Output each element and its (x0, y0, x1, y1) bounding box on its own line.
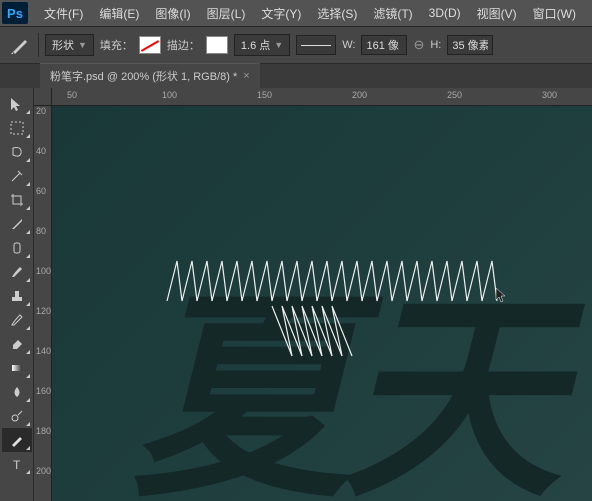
history-brush-tool[interactable] (2, 308, 32, 332)
eyedropper-tool[interactable] (2, 212, 32, 236)
link-icon[interactable]: ⊖ (413, 37, 424, 53)
menu-edit[interactable]: 编辑(E) (91, 1, 147, 26)
ruler-tick: 50 (67, 90, 77, 100)
menu-image[interactable]: 图像(I) (147, 1, 198, 26)
app-logo: Ps (2, 2, 28, 24)
chevron-down-icon: ▼ (78, 40, 87, 50)
stroke-style-dropdown[interactable] (296, 35, 336, 55)
width-label: W: (342, 39, 355, 51)
canvas[interactable]: 夏天 (52, 106, 592, 501)
svg-text:T: T (13, 458, 21, 471)
move-tool[interactable] (2, 92, 32, 116)
separator (38, 33, 39, 57)
ruler-tick: 200 (36, 466, 51, 476)
menu-view[interactable]: 视图(V) (469, 1, 525, 26)
stroke-label: 描边： (167, 37, 200, 53)
eraser-tool[interactable] (2, 332, 32, 356)
ruler-tick: 140 (36, 346, 51, 356)
menu-file[interactable]: 文件(F) (36, 1, 91, 26)
tab-close-button[interactable]: × (243, 70, 249, 82)
menu-type[interactable]: 文字(Y) (253, 1, 309, 26)
width-input[interactable] (361, 35, 407, 55)
canvas-area: 50 100 150 200 250 300 20 40 60 80 100 120 140 160 18… (34, 88, 592, 501)
ruler-tick: 300 (542, 90, 557, 100)
menu-select[interactable]: 选择(S) (309, 1, 365, 26)
workspace: T 50 100 150 200 250 300 20 40 60 80 100 120 140 160… (0, 88, 592, 501)
stroke-width-input[interactable]: 1.6 点 ▼ (234, 34, 290, 56)
marquee-tool[interactable] (2, 116, 32, 140)
document-tab-bar: 粉笔字.psd @ 200% (形状 1, RGB/8) * × (0, 64, 592, 88)
menu-filter[interactable]: 滤镜(T) (365, 1, 420, 26)
ruler-tick: 40 (36, 146, 46, 156)
height-label: H: (430, 39, 441, 51)
type-tool[interactable]: T (2, 452, 32, 476)
stamp-tool[interactable] (2, 284, 32, 308)
document-tab[interactable]: 粉笔字.psd @ 200% (形状 1, RGB/8) * × (40, 63, 260, 88)
vertical-ruler[interactable]: 20 40 60 80 100 120 140 160 180 200 (34, 106, 52, 501)
gradient-tool[interactable] (2, 356, 32, 380)
menu-window[interactable]: 窗口(W) (525, 1, 584, 26)
ruler-tick: 60 (36, 186, 46, 196)
fill-label: 填充： (100, 37, 133, 53)
menu-layer[interactable]: 图层(L) (199, 1, 254, 26)
menu-bar: Ps 文件(F) 编辑(E) 图像(I) 图层(L) 文字(Y) 选择(S) 滤… (0, 0, 592, 26)
ruler-tick: 100 (36, 266, 51, 276)
ruler-tick: 160 (36, 386, 51, 396)
tool-palette: T (0, 88, 34, 501)
magic-wand-tool[interactable] (2, 164, 32, 188)
menu-3d[interactable]: 3D(D) (421, 2, 469, 24)
ruler-tick: 80 (36, 226, 46, 236)
ruler-tick: 200 (352, 90, 367, 100)
crop-tool[interactable] (2, 188, 32, 212)
tool-mode-dropdown[interactable]: 形状 ▼ (45, 34, 94, 56)
pen-tool-icon[interactable] (8, 33, 32, 57)
ruler-tick: 180 (36, 426, 51, 436)
brush-tool[interactable] (2, 260, 32, 284)
ruler-tick: 250 (447, 90, 462, 100)
ruler-tick: 20 (36, 106, 46, 116)
fill-swatch[interactable] (139, 36, 161, 54)
chevron-down-icon: ▼ (274, 40, 283, 50)
pen-tool[interactable] (2, 428, 32, 452)
height-input[interactable] (447, 35, 493, 55)
options-bar: 形状 ▼ 填充： 描边： 1.6 点 ▼ W: ⊖ H: (0, 26, 592, 64)
blur-tool[interactable] (2, 380, 32, 404)
dodge-tool[interactable] (2, 404, 32, 428)
lasso-tool[interactable] (2, 140, 32, 164)
stroke-swatch[interactable] (206, 36, 228, 54)
ruler-tick: 150 (257, 90, 272, 100)
tool-mode-value: 形状 (52, 37, 74, 53)
ruler-tick: 120 (36, 306, 51, 316)
stroke-width-value: 1.6 点 (241, 37, 270, 53)
horizontal-ruler[interactable]: 50 100 150 200 250 300 (52, 88, 592, 106)
selected-shape-tail[interactable] (267, 301, 357, 361)
ruler-corner (34, 88, 52, 106)
tab-title: 粉笔字.psd @ 200% (形状 1, RGB/8) * (50, 68, 237, 84)
ruler-tick: 100 (162, 90, 177, 100)
healing-tool[interactable] (2, 236, 32, 260)
